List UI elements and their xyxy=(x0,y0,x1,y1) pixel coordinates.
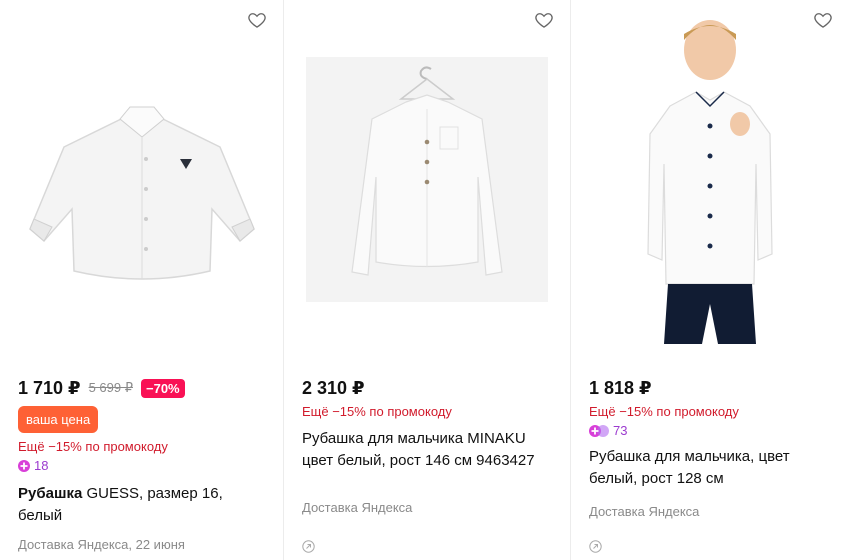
product-image[interactable] xyxy=(302,14,552,344)
external-arrow-icon[interactable] xyxy=(589,540,602,553)
product-title[interactable]: Рубашка для мальчика, цвет белый, рост 1… xyxy=(589,446,837,490)
yandex-plus-icon xyxy=(589,424,609,437)
promo-text: Ещё −15% по промокоду xyxy=(18,439,168,454)
product-image[interactable] xyxy=(589,14,831,344)
product-title-brand: Рубашка xyxy=(18,485,83,502)
product-title[interactable]: Рубашка для мальчика MINAKU цвет белый, … xyxy=(302,428,558,472)
old-price: 5 699 ₽ xyxy=(88,380,133,395)
plus-points: 18 xyxy=(18,458,271,473)
product-card[interactable]: 1 818 ₽ Ещё −15% по промокоду 73 Рубашка… xyxy=(570,0,849,560)
discount-badge: −70% xyxy=(141,378,185,398)
delivery-info: Доставка Яндекса xyxy=(302,500,413,515)
promo-text: Ещё −15% по промокоду xyxy=(589,404,739,419)
price: 2 310 ₽ xyxy=(302,377,365,398)
price: 1 818 ₽ xyxy=(589,377,652,398)
plus-points-value: 18 xyxy=(34,458,49,473)
plus-points: 73 xyxy=(589,423,837,438)
product-title[interactable]: Рубашка GUESS, размер 16, белый xyxy=(18,483,271,527)
product-image[interactable] xyxy=(18,14,265,344)
delivery-info: Доставка Яндекса, 22 июня xyxy=(18,537,185,552)
product-card[interactable]: 2 310 ₽ Ещё −15% по промокоду Рубашка дл… xyxy=(283,0,570,560)
price: 1 710 ₽ xyxy=(18,377,81,398)
your-price-badge: ваша цена xyxy=(18,406,99,433)
external-arrow-icon[interactable] xyxy=(302,540,315,553)
delivery-info: Доставка Яндекса xyxy=(589,504,700,519)
product-grid: 1 710 ₽ 5 699 ₽ −70% ваша цена Ещё −15% … xyxy=(0,0,849,560)
yandex-plus-icon xyxy=(18,459,30,472)
plus-points-value: 73 xyxy=(613,423,628,438)
promo-text: Ещё −15% по промокоду xyxy=(302,404,452,419)
product-card[interactable]: 1 710 ₽ 5 699 ₽ −70% ваша цена Ещё −15% … xyxy=(0,0,283,560)
